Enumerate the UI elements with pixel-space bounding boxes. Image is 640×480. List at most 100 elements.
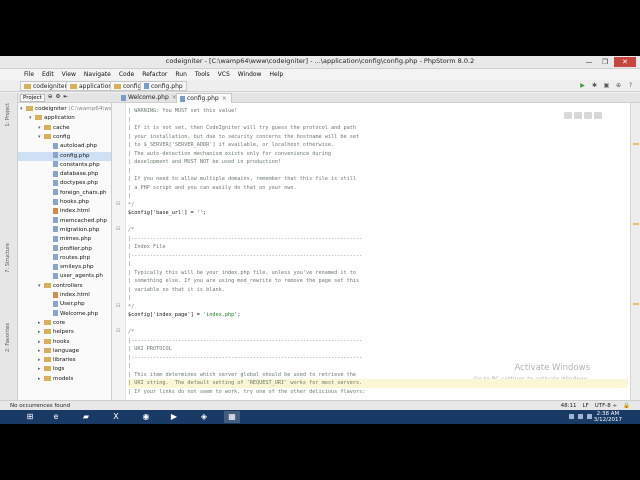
tree-item[interactable]: ▸ libraries xyxy=(18,356,76,365)
tree-item[interactable]: smileys.php xyxy=(18,263,94,272)
warning-marker[interactable] xyxy=(633,223,639,225)
code-line[interactable]: |---------------------------------------… xyxy=(128,337,362,346)
opera-icon[interactable] xyxy=(584,112,592,119)
menu-item-view[interactable]: View xyxy=(58,69,80,80)
fold-marker-icon[interactable]: ⊟ xyxy=(116,226,122,232)
code-line[interactable]: $config['index_page'] = 'index.php'; xyxy=(128,311,240,320)
code-line[interactable]: | xyxy=(128,167,131,176)
firefox-icon[interactable] xyxy=(574,112,582,119)
tree-item[interactable]: ▸ logs xyxy=(18,365,64,374)
code-line[interactable]: /* xyxy=(128,328,134,337)
code-line[interactable]: */ xyxy=(128,201,134,210)
tree-item[interactable]: foreign_chars.ph xyxy=(18,189,107,198)
file-encoding[interactable]: UTF-8 ÷ xyxy=(595,403,617,409)
tree-item[interactable]: hooks.php xyxy=(18,198,89,207)
build-icon[interactable]: ▣ xyxy=(603,82,610,89)
ie-icon[interactable] xyxy=(594,112,602,119)
tree-item[interactable]: mimes.php xyxy=(18,235,91,244)
menu-item-navigate[interactable]: Navigate xyxy=(80,69,115,80)
tab-welcome[interactable]: Welcome.php × xyxy=(118,93,181,103)
hide-icon[interactable]: ⇤ xyxy=(63,94,68,102)
code-line[interactable]: | to $_SERVER['SERVER_ADDR'] if availabl… xyxy=(128,141,334,150)
code-line[interactable]: | URI PROTOCOL xyxy=(128,345,172,354)
code-line[interactable]: | something else. If you are using mod_r… xyxy=(128,277,359,286)
tree-item[interactable]: ▸ core xyxy=(18,319,65,328)
maximize-button[interactable]: ❐ xyxy=(598,57,612,67)
tree-item[interactable]: index.html xyxy=(18,207,90,216)
menu-item-edit[interactable]: Edit xyxy=(38,69,58,80)
tab-config[interactable]: config.php × xyxy=(176,93,232,103)
fold-marker-icon[interactable]: ⊟ xyxy=(116,201,122,207)
right-scroll-strip[interactable] xyxy=(630,103,640,400)
start-button[interactable]: ⊞ xyxy=(22,411,38,423)
tree-item[interactable]: ▾ application xyxy=(18,114,75,123)
tree-item[interactable]: Welcome.php xyxy=(18,310,98,319)
collapse-icon[interactable]: ⊖ xyxy=(48,94,53,102)
menu-item-help[interactable]: Help xyxy=(265,69,287,80)
code-line[interactable]: | The auto-detection mechanism exists on… xyxy=(128,150,331,159)
menu-item-tools[interactable]: Tools xyxy=(191,69,214,80)
code-line[interactable]: | xyxy=(128,192,131,201)
favorites-tool-tab[interactable]: 2: Favorites xyxy=(5,323,11,352)
tree-item[interactable]: ▾ codeigniter (C:\wamp64\ww xyxy=(18,105,111,114)
code-line[interactable]: | Typically this will be your index.php … xyxy=(128,269,356,278)
gear-icon[interactable]: ⚙ xyxy=(55,94,60,102)
code-line[interactable]: |---------------------------------------… xyxy=(128,354,362,363)
taskbar-ie[interactable]: e xyxy=(48,411,64,423)
taskbar-app[interactable]: ◈ xyxy=(196,411,212,423)
menu-item-code[interactable]: Code xyxy=(115,69,138,80)
code-line[interactable]: | xyxy=(128,294,131,303)
lock-icon[interactable]: 🔒 xyxy=(623,403,630,409)
code-line[interactable]: | If you need to allow multiple domains,… xyxy=(128,175,356,184)
menu-item-vcs[interactable]: VCS xyxy=(214,69,234,80)
fold-marker-icon[interactable]: ⊟ xyxy=(116,328,122,334)
warning-marker[interactable] xyxy=(633,303,639,305)
tree-item[interactable]: database.php xyxy=(18,170,98,179)
code-line[interactable]: | If your links do not seem to work, try… xyxy=(128,388,365,397)
taskbar-clock[interactable]: 2:38 AM 3/12/2017 xyxy=(594,411,622,423)
project-view-selector[interactable]: Project xyxy=(20,94,45,102)
menu-item-file[interactable]: File xyxy=(20,69,38,80)
tree-item[interactable]: autoload.php xyxy=(18,142,97,151)
structure-tool-tab[interactable]: 7: Structure xyxy=(5,243,11,273)
breadcrumb-application[interactable]: application xyxy=(66,81,117,91)
volume-icon[interactable] xyxy=(578,414,583,419)
code-line[interactable]: | variable so that it is blank. xyxy=(128,286,225,295)
taskbar-excel[interactable]: X xyxy=(108,411,124,423)
tree-item[interactable]: config.php xyxy=(18,151,111,161)
code-line[interactable]: | URI string. The default setting of 'RE… xyxy=(128,379,628,388)
tree-item[interactable]: memcached.php xyxy=(18,217,107,226)
code-line[interactable]: | xyxy=(128,362,131,371)
tree-item[interactable]: index.html xyxy=(18,291,90,300)
code-line[interactable]: | development and MUST NOT be used in pr… xyxy=(128,158,281,167)
close-button[interactable]: ✕ xyxy=(614,57,636,67)
flag-icon[interactable] xyxy=(587,414,592,419)
code-line[interactable]: | your installation, but due to security… xyxy=(128,133,359,142)
taskbar-phpstorm[interactable]: ▦ xyxy=(224,411,240,423)
run-icon[interactable]: ▶ xyxy=(579,82,586,89)
tree-item[interactable]: routes.php xyxy=(18,254,90,263)
code-line[interactable]: | Index File xyxy=(128,243,165,252)
tree-item[interactable]: doctypes.php xyxy=(18,179,98,188)
tree-item[interactable]: constants.php xyxy=(18,161,100,170)
code-line[interactable]: */ xyxy=(128,303,134,312)
breadcrumb-project[interactable]: codeigniter xyxy=(20,81,71,91)
tree-item[interactable]: ▾ config xyxy=(18,133,70,142)
tree-item[interactable]: profiler.php xyxy=(18,245,92,254)
tree-item[interactable]: ▾ cache xyxy=(18,124,70,133)
code-line[interactable]: | xyxy=(128,116,131,125)
help-icon[interactable]: ? xyxy=(627,82,634,89)
menu-item-refactor[interactable]: Refactor xyxy=(138,69,171,80)
tab-close-icon[interactable]: × xyxy=(222,95,227,102)
menu-item-run[interactable]: Run xyxy=(171,69,191,80)
breadcrumb-file[interactable]: config.php xyxy=(140,81,187,91)
menu-item-window[interactable]: Window xyxy=(234,69,266,80)
tree-item[interactable]: ▸ language xyxy=(18,347,79,356)
code-line[interactable]: | a PHP script and you can easily do tha… xyxy=(128,184,297,193)
line-separator[interactable]: LF xyxy=(583,403,589,409)
code-line[interactable]: | This item determines which server glob… xyxy=(128,371,356,380)
tree-item[interactable]: ▸ helpers xyxy=(18,328,74,337)
code-line[interactable]: | If it is not set, then CodeIgniter wil… xyxy=(128,124,356,133)
caret-position[interactable]: 48:11 xyxy=(561,403,577,409)
tree-item[interactable]: ▸ models xyxy=(18,375,73,384)
